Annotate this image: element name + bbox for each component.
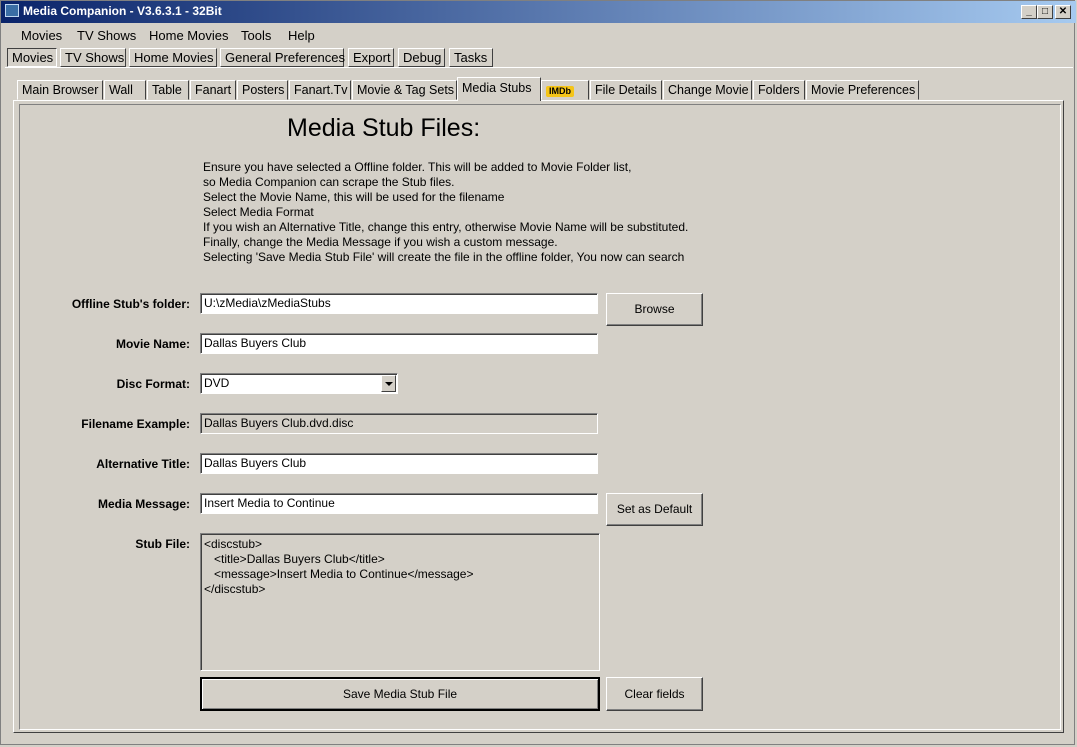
instruction-line: Select Media Format — [203, 205, 314, 219]
maximize-icon[interactable]: □ — [1037, 5, 1053, 19]
movie-name-label: Movie Name: — [115, 337, 190, 351]
tab-tv-shows[interactable]: TV Shows — [60, 48, 126, 67]
app-icon[interactable] — [5, 4, 19, 17]
menu-help[interactable]: Help — [288, 28, 315, 43]
menu-home-movies[interactable]: Home Movies — [149, 28, 228, 43]
chevron-down-icon[interactable] — [381, 375, 396, 392]
tab-posters[interactable]: Posters — [237, 80, 288, 100]
stub-file-label: Stub File: — [135, 537, 190, 551]
save-media-stub-button[interactable]: Save Media Stub File — [200, 677, 600, 711]
offline-folder-label: Offline Stub's folder: — [71, 297, 190, 311]
top-tabs-divider — [5, 67, 1073, 68]
instruction-line: Ensure you have selected a Offline folde… — [203, 160, 632, 174]
instruction-line: Finally, change the Media Message if you… — [203, 235, 558, 249]
filename-example-field: Dallas Buyers Club.dvd.disc — [200, 413, 598, 434]
offline-folder-field[interactable]: U:\zMedia\zMediaStubs — [200, 293, 598, 314]
tab-imdb[interactable]: IMDb — [541, 80, 589, 100]
instruction-line: If you wish an Alternative Title, change… — [203, 220, 689, 234]
filename-example-label: Filename Example: — [81, 417, 190, 431]
disc-format-label: Disc Format: — [116, 377, 190, 391]
movie-name-field[interactable]: Dallas Buyers Club — [200, 333, 598, 354]
browse-button[interactable]: Browse — [606, 293, 703, 326]
tab-movie-preferences[interactable]: Movie Preferences — [806, 80, 919, 100]
alternative-title-field[interactable]: Dallas Buyers Club — [200, 453, 598, 474]
tab-general-preferences[interactable]: General Preferences — [220, 48, 345, 67]
imdb-logo-icon: IMDb — [546, 86, 574, 97]
tab-main-browser[interactable]: Main Browser — [17, 80, 103, 100]
set-as-default-button[interactable]: Set as Default — [606, 493, 703, 526]
tab-movie-tag-sets[interactable]: Movie & Tag Sets — [352, 80, 457, 100]
tab-table[interactable]: Table — [147, 80, 189, 100]
stub-file-textarea[interactable]: <discstub> <title>Dallas Buyers Club</ti… — [200, 533, 600, 671]
tab-tasks[interactable]: Tasks — [449, 48, 493, 67]
menu-tools[interactable]: Tools — [241, 28, 271, 43]
alternative-title-label: Alternative Title: — [96, 457, 190, 471]
tab-fanart-tv[interactable]: Fanart.Tv — [289, 80, 351, 100]
disc-format-select[interactable]: DVD — [200, 373, 398, 394]
close-icon[interactable]: ✕ — [1055, 5, 1071, 19]
clear-fields-button[interactable]: Clear fields — [606, 677, 703, 711]
instructions: Ensure you have selected a Offline folde… — [203, 160, 688, 265]
tab-media-stubs[interactable]: Media Stubs — [457, 77, 541, 101]
menu-movies[interactable]: Movies — [21, 28, 62, 43]
tab-file-details[interactable]: File Details — [590, 80, 662, 100]
media-message-field[interactable]: Insert Media to Continue — [200, 493, 598, 514]
media-message-label: Media Message: — [97, 497, 190, 511]
menu-tv-shows[interactable]: TV Shows — [77, 28, 136, 43]
tab-wall[interactable]: Wall — [104, 80, 146, 100]
tab-home-movies[interactable]: Home Movies — [129, 48, 217, 67]
tab-movies[interactable]: Movies — [7, 48, 57, 67]
page-title: Media Stub Files: — [287, 114, 481, 142]
tab-fanart[interactable]: Fanart — [190, 80, 236, 100]
window-title: Media Companion - V3.6.3.1 - 32Bit — [23, 4, 222, 18]
tab-export[interactable]: Export — [348, 48, 394, 67]
tab-folders[interactable]: Folders — [753, 80, 805, 100]
disc-format-value: DVD — [204, 376, 230, 390]
instruction-line: so Media Companion can scrape the Stub f… — [203, 175, 455, 189]
tab-debug[interactable]: Debug — [398, 48, 445, 67]
minimize-icon[interactable]: _ — [1021, 5, 1037, 19]
instruction-line: Select the Movie Name, this will be used… — [203, 190, 505, 204]
instruction-line: Selecting 'Save Media Stub File' will cr… — [203, 250, 685, 264]
tab-change-movie[interactable]: Change Movie — [663, 80, 752, 100]
